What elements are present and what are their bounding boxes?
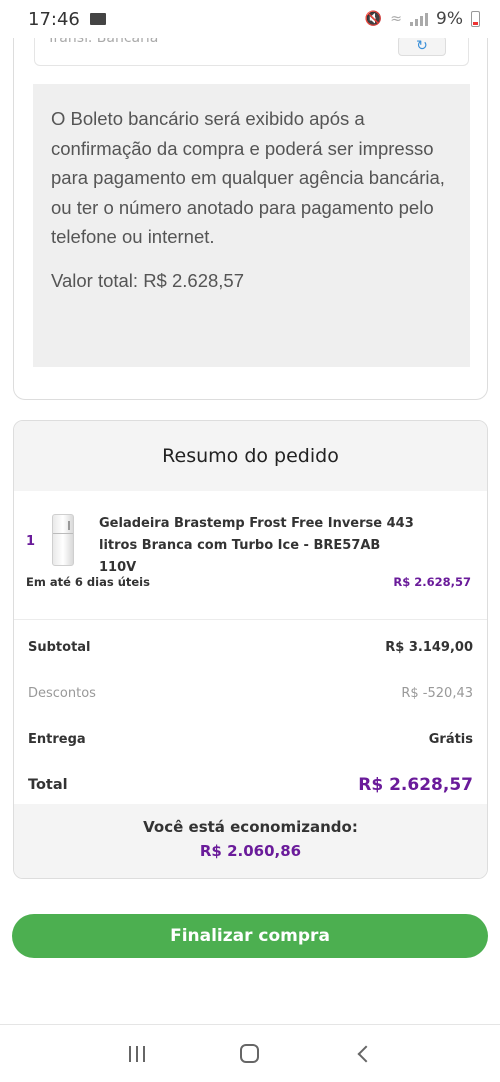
- discount-value: R$ -520,43: [401, 685, 473, 701]
- refresh-icon: ↻: [398, 36, 446, 56]
- discount-row: Descontos R$ -520,43: [14, 670, 487, 716]
- recents-button[interactable]: [117, 1039, 157, 1069]
- summary-title: Resumo do pedido: [14, 421, 487, 491]
- battery-icon: [471, 11, 480, 27]
- product-name[interactable]: Geladeira Brastemp Frost Free Inverse 44…: [99, 513, 419, 579]
- product-item: 1 Geladeira Brastemp Frost Free Inverse …: [14, 491, 487, 620]
- status-bar: 17:46 🔇 ≈ 9%: [0, 0, 500, 38]
- home-button[interactable]: [230, 1039, 270, 1069]
- mail-icon: [89, 13, 106, 25]
- payment-card: Transf. Bancária ↻ O Boleto bancário ser…: [13, 0, 488, 400]
- product-image: [52, 514, 74, 566]
- savings-box: Você está economizando: R$ 2.060,86: [14, 804, 487, 878]
- total-row: Total R$ 2.628,57: [14, 762, 487, 808]
- savings-label: Você está economizando:: [143, 818, 358, 836]
- back-icon: [357, 1045, 375, 1062]
- back-button[interactable]: [343, 1039, 383, 1069]
- savings-value: R$ 2.060,86: [199, 842, 302, 860]
- product-price: R$ 2.628,57: [393, 575, 471, 589]
- total-label: Total: [28, 777, 68, 793]
- subtotal-label: Subtotal: [28, 639, 91, 655]
- delivery-value: Grátis: [428, 731, 473, 747]
- delivery-time: Em até 6 dias úteis: [26, 575, 150, 589]
- boleto-info-text: O Boleto bancário será exibido após a co…: [51, 108, 445, 247]
- delivery-row: Entrega Grátis: [14, 716, 487, 762]
- boleto-info-box: O Boleto bancário será exibido após a co…: [33, 84, 470, 367]
- status-icons: 🔇 ≈ 9%: [365, 9, 480, 29]
- signal-icon: [410, 12, 429, 26]
- subtotal-value: R$ 3.149,00: [385, 639, 473, 655]
- wifi-icon: ≈: [390, 11, 403, 27]
- status-time: 17:46: [28, 8, 80, 30]
- mute-icon: 🔇: [364, 11, 383, 27]
- total-value: R$ 2.628,57: [358, 775, 473, 795]
- discount-label: Descontos: [28, 685, 96, 701]
- finalize-purchase-button[interactable]: Finalizar compra: [12, 914, 488, 958]
- product-quantity: 1: [26, 534, 36, 549]
- battery-percent: 9%: [436, 9, 463, 29]
- order-summary: Resumo do pedido 1 Geladeira Brastemp Fr…: [13, 420, 488, 879]
- system-nav-bar: [0, 1024, 500, 1082]
- subtotal-row: Subtotal R$ 3.149,00: [14, 624, 487, 670]
- home-icon: [240, 1044, 260, 1063]
- boleto-total: Valor total: R$ 2.628,57: [51, 269, 245, 291]
- delivery-label: Entrega: [28, 731, 86, 747]
- recents-icon: [128, 1045, 145, 1062]
